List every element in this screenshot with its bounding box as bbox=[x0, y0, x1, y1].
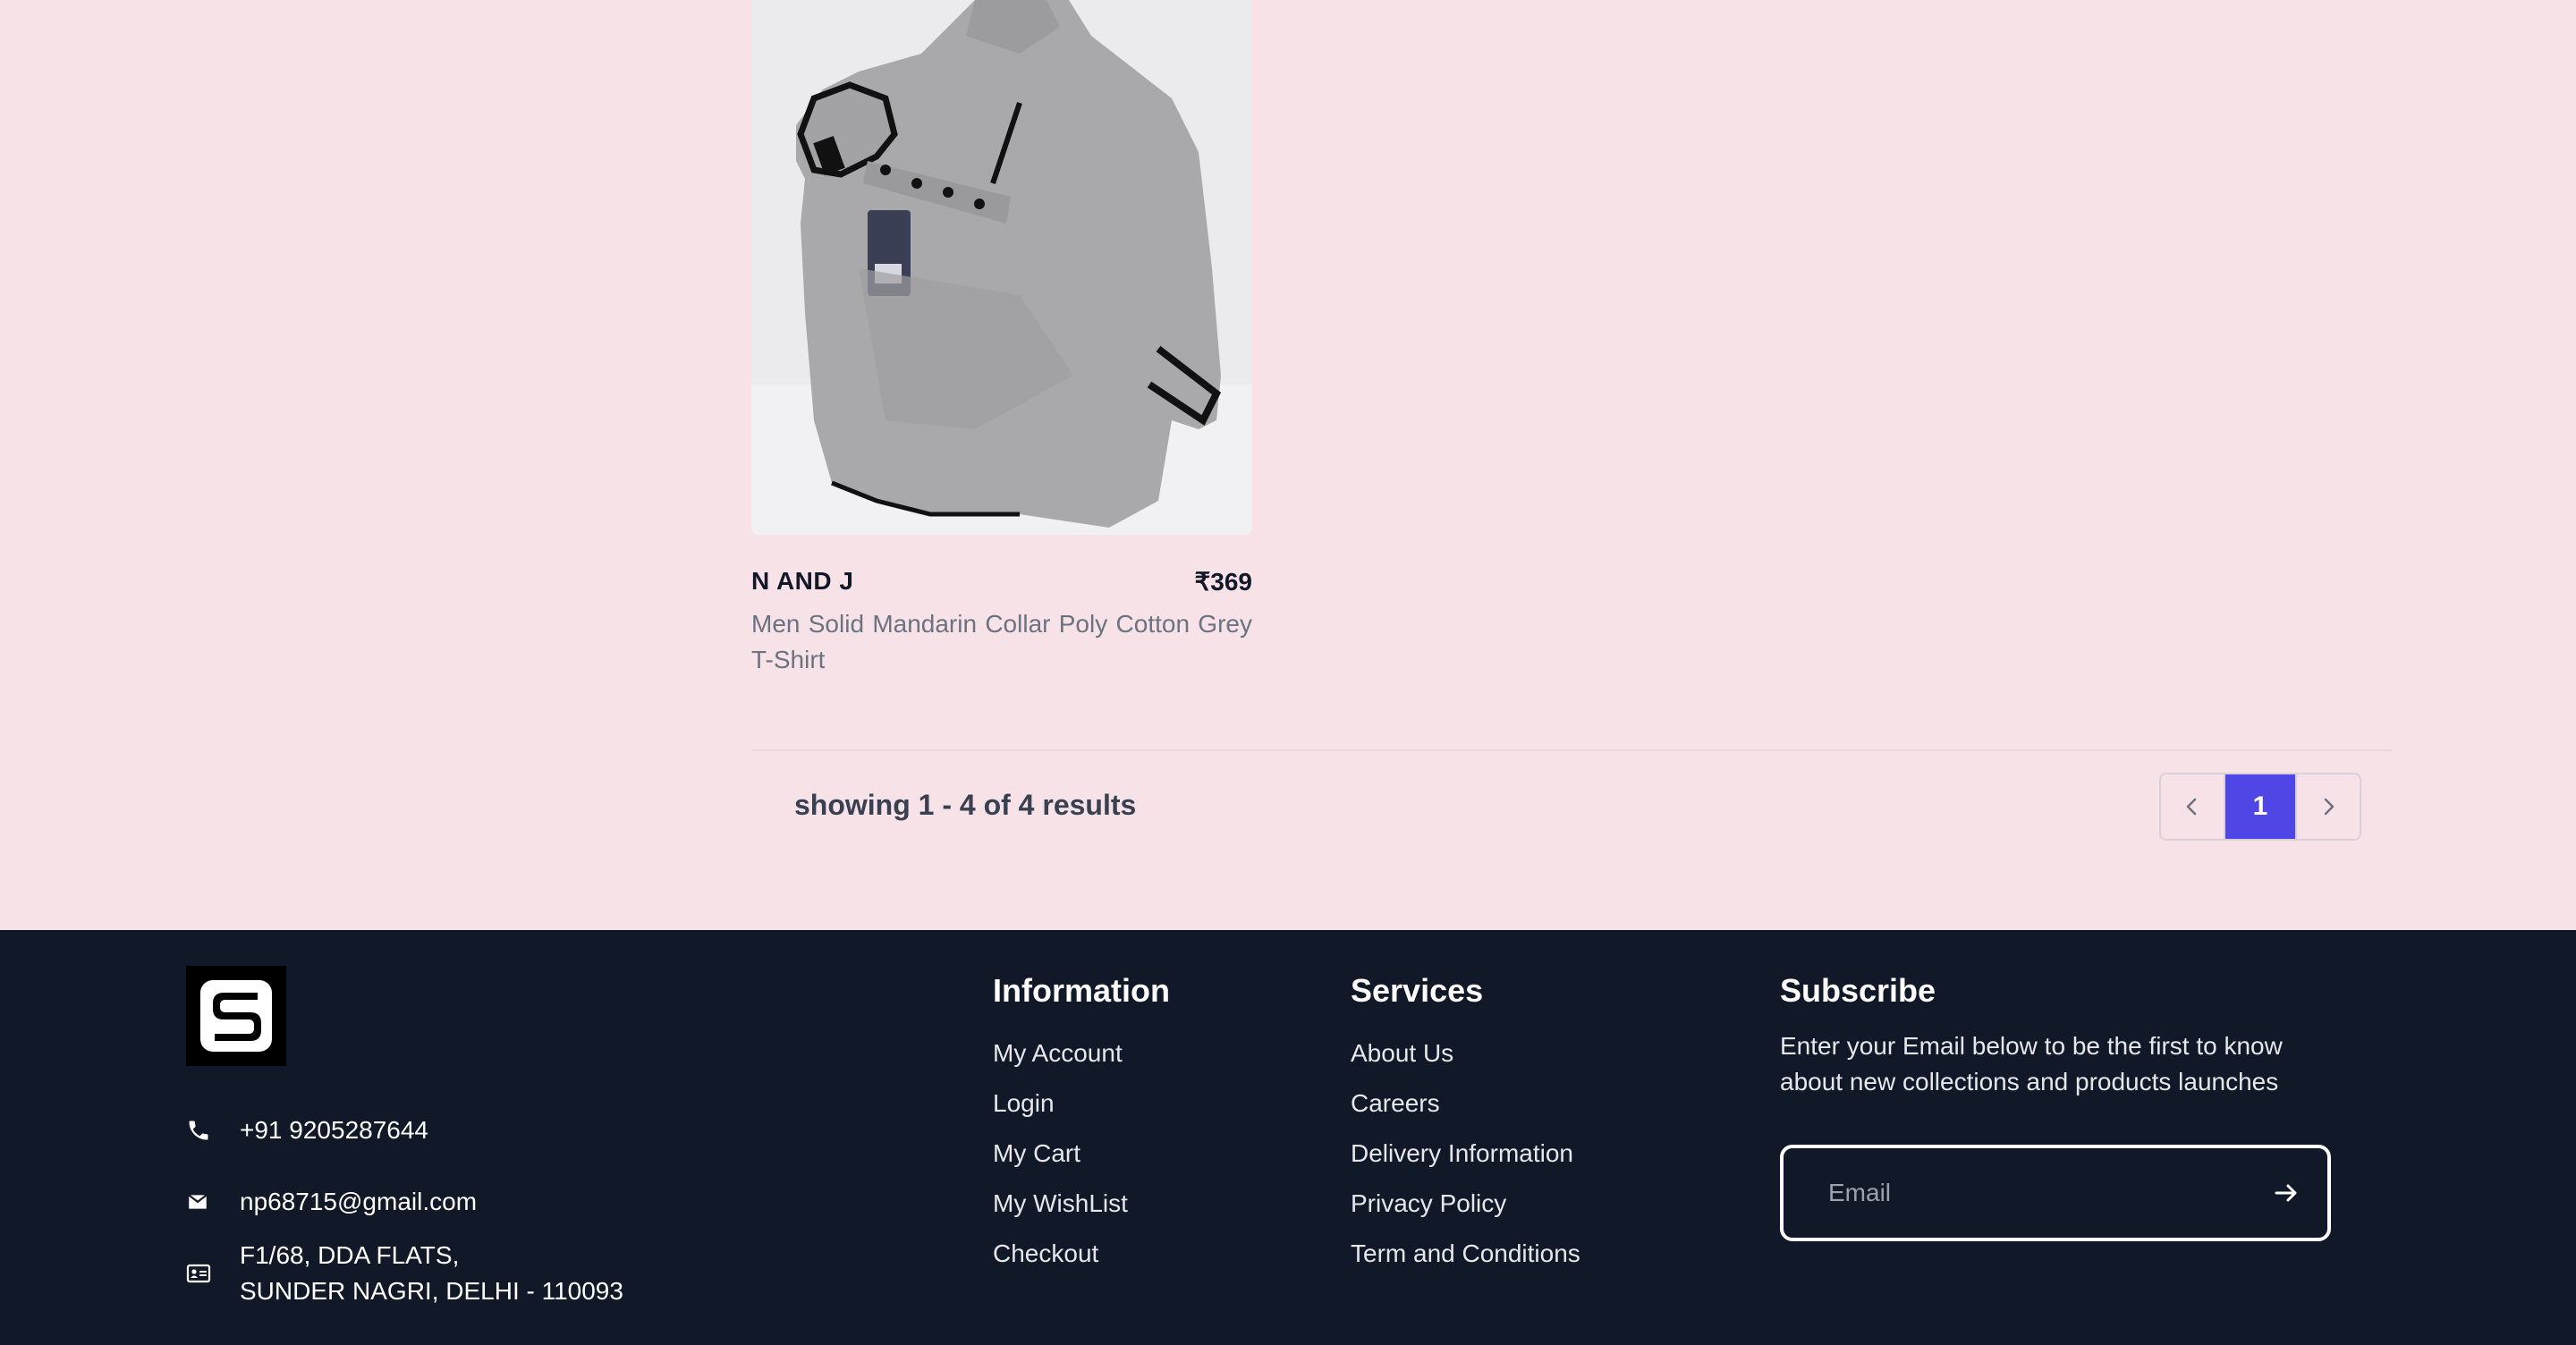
link-about-us[interactable]: About Us bbox=[1351, 1028, 1580, 1079]
services-heading: Services bbox=[1351, 972, 1484, 1009]
logo-icon bbox=[200, 980, 272, 1052]
product-description[interactable]: Men Solid Mandarin Collar Poly Cotton Gr… bbox=[751, 606, 1252, 678]
subscribe-column: Subscribe Enter your Email below to be t… bbox=[1780, 969, 2334, 1100]
contact-address: F1/68, DDA FLATS, SUNDER NAGRI, DELHI - … bbox=[186, 1238, 623, 1309]
link-my-cart[interactable]: My Cart bbox=[993, 1129, 1170, 1179]
tshirt-image bbox=[751, 0, 1252, 535]
site-logo[interactable] bbox=[186, 966, 286, 1066]
link-privacy-policy[interactable]: Privacy Policy bbox=[1351, 1179, 1580, 1229]
arrow-right-icon bbox=[2275, 1184, 2297, 1202]
results-count: showing 1 - 4 of 4 results bbox=[794, 789, 1137, 821]
link-checkout[interactable]: Checkout bbox=[993, 1229, 1170, 1279]
link-delivery-information[interactable]: Delivery Information bbox=[1351, 1129, 1580, 1179]
link-terms-and-conditions[interactable]: Term and Conditions bbox=[1351, 1229, 1580, 1279]
prev-page-button[interactable] bbox=[2161, 774, 2225, 839]
pagination: 1 bbox=[2159, 773, 2361, 841]
subscribe-email-field[interactable] bbox=[1780, 1145, 2331, 1241]
page-1-button[interactable]: 1 bbox=[2225, 774, 2295, 839]
phone-icon bbox=[186, 1112, 240, 1148]
link-login[interactable]: Login bbox=[993, 1079, 1170, 1129]
subscribe-heading: Subscribe bbox=[1780, 972, 1936, 1009]
contact-email[interactable]: np68715@gmail.com bbox=[186, 1184, 477, 1220]
information-column: Information My Account Login My Cart My … bbox=[993, 969, 1170, 1279]
address: F1/68, DDA FLATS, SUNDER NAGRI, DELHI - … bbox=[240, 1238, 623, 1309]
email-input[interactable] bbox=[1826, 1178, 2233, 1208]
chevron-right-icon bbox=[2324, 798, 2334, 816]
subscribe-text: Enter your Email below to be the first t… bbox=[1780, 1032, 2283, 1095]
mail-icon bbox=[186, 1184, 240, 1220]
phone-number: +91 9205287644 bbox=[240, 1116, 428, 1144]
subscribe-submit-button[interactable] bbox=[2267, 1173, 2306, 1213]
address-line-1: F1/68, DDA FLATS, bbox=[240, 1241, 460, 1269]
services-column: Services About Us Careers Delivery Infor… bbox=[1351, 969, 1580, 1279]
product-price: ₹369 bbox=[1194, 568, 1252, 596]
link-my-account[interactable]: My Account bbox=[993, 1028, 1170, 1079]
email-address: np68715@gmail.com bbox=[240, 1188, 478, 1215]
information-heading: Information bbox=[993, 972, 1170, 1009]
id-card-icon bbox=[186, 1238, 240, 1309]
results-divider bbox=[751, 749, 2392, 751]
product-brand[interactable]: N AND J bbox=[751, 567, 853, 596]
footer: +91 9205287644 np68715@gmail.com F1/68, … bbox=[0, 930, 2576, 1345]
chevron-left-icon bbox=[2186, 798, 2197, 816]
next-page-button[interactable] bbox=[2295, 774, 2360, 839]
address-line-2: SUNDER NAGRI, DELHI - 110093 bbox=[240, 1277, 623, 1305]
link-careers[interactable]: Careers bbox=[1351, 1079, 1580, 1129]
contact-phone[interactable]: +91 9205287644 bbox=[186, 1112, 428, 1148]
product-image[interactable] bbox=[751, 0, 1252, 535]
link-my-wishlist[interactable]: My WishList bbox=[993, 1179, 1170, 1229]
